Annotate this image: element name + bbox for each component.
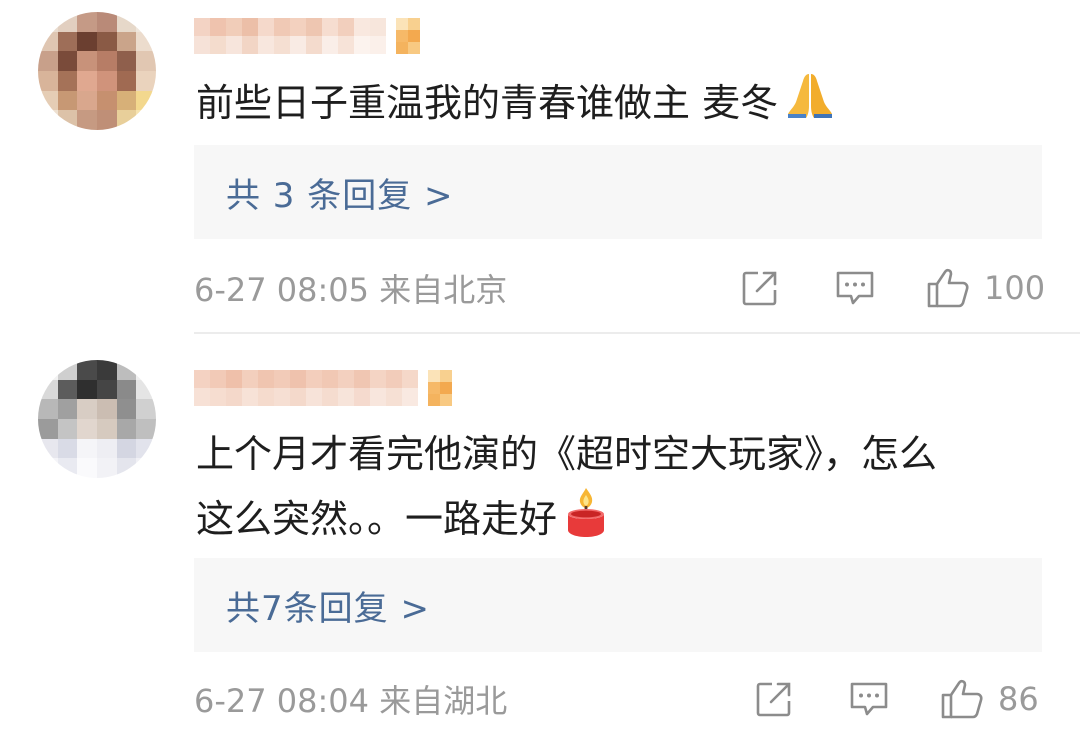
view-replies-label: 共7条回复 > — [226, 588, 430, 629]
like-count: 86 — [998, 680, 1039, 718]
member-badge-icon — [396, 18, 420, 54]
comment-meta: 6-27 08:05 来自北京 100 — [194, 263, 1045, 313]
comment-text-content: 前些日子重温我的青春谁做主 麦冬 — [196, 81, 779, 125]
share-icon — [756, 682, 791, 717]
comment-timestamp: 6-27 08:04 来自湖北 — [194, 682, 508, 720]
share-button[interactable] — [740, 263, 780, 313]
comment-text: 上个月才看完他演的《超时空大玩家》，怎么 这么突然。。一路走好 — [196, 422, 1056, 557]
username[interactable] — [194, 366, 452, 410]
comment-item: 上个月才看完他演的《超时空大玩家》，怎么 这么突然。。一路走好 共7条回复 > … — [0, 334, 1080, 732]
view-replies-button[interactable]: 共 3 条回复 > — [194, 145, 1042, 239]
view-replies-button[interactable]: 共7条回复 > — [194, 558, 1042, 652]
comment-list: 前些日子重温我的青春谁做主 麦冬 共 3 条回复 > 6-27 08:05 来自… — [0, 0, 1080, 732]
comment-meta: 6-27 08:04 来自湖北 86 — [194, 674, 1042, 724]
comment-bubble-icon — [836, 271, 874, 305]
share-button[interactable] — [754, 674, 794, 724]
share-icon — [742, 271, 777, 306]
username-mosaic — [194, 370, 418, 406]
candle-icon — [563, 486, 609, 557]
avatar[interactable] — [38, 360, 156, 478]
comment-text-line-2: 这么突然。。一路走好 — [196, 497, 558, 541]
comment-text: 前些日子重温我的青春谁做主 麦冬 — [196, 70, 1056, 141]
comment-timestamp: 6-27 08:05 来自北京 — [194, 271, 508, 309]
comment-bubble-icon — [850, 682, 888, 716]
reply-button[interactable] — [834, 263, 876, 313]
comment-text-line-1: 上个月才看完他演的《超时空大玩家》，怎么 — [196, 432, 938, 476]
like-button[interactable]: 100 — [926, 263, 1045, 313]
avatar[interactable] — [38, 12, 156, 130]
username[interactable] — [194, 14, 420, 58]
folded-hands-icon — [784, 70, 836, 141]
reply-button[interactable] — [848, 674, 890, 724]
like-button[interactable]: 86 — [940, 674, 1039, 724]
member-badge-icon — [428, 370, 452, 406]
thumbs-up-icon — [941, 679, 983, 719]
thumbs-up-icon — [927, 268, 969, 308]
like-count: 100 — [984, 269, 1046, 307]
comment-item: 前些日子重温我的青春谁做主 麦冬 共 3 条回复 > 6-27 08:05 来自… — [0, 0, 1080, 334]
view-replies-label: 共 3 条回复 > — [226, 175, 454, 216]
username-mosaic — [194, 18, 386, 54]
